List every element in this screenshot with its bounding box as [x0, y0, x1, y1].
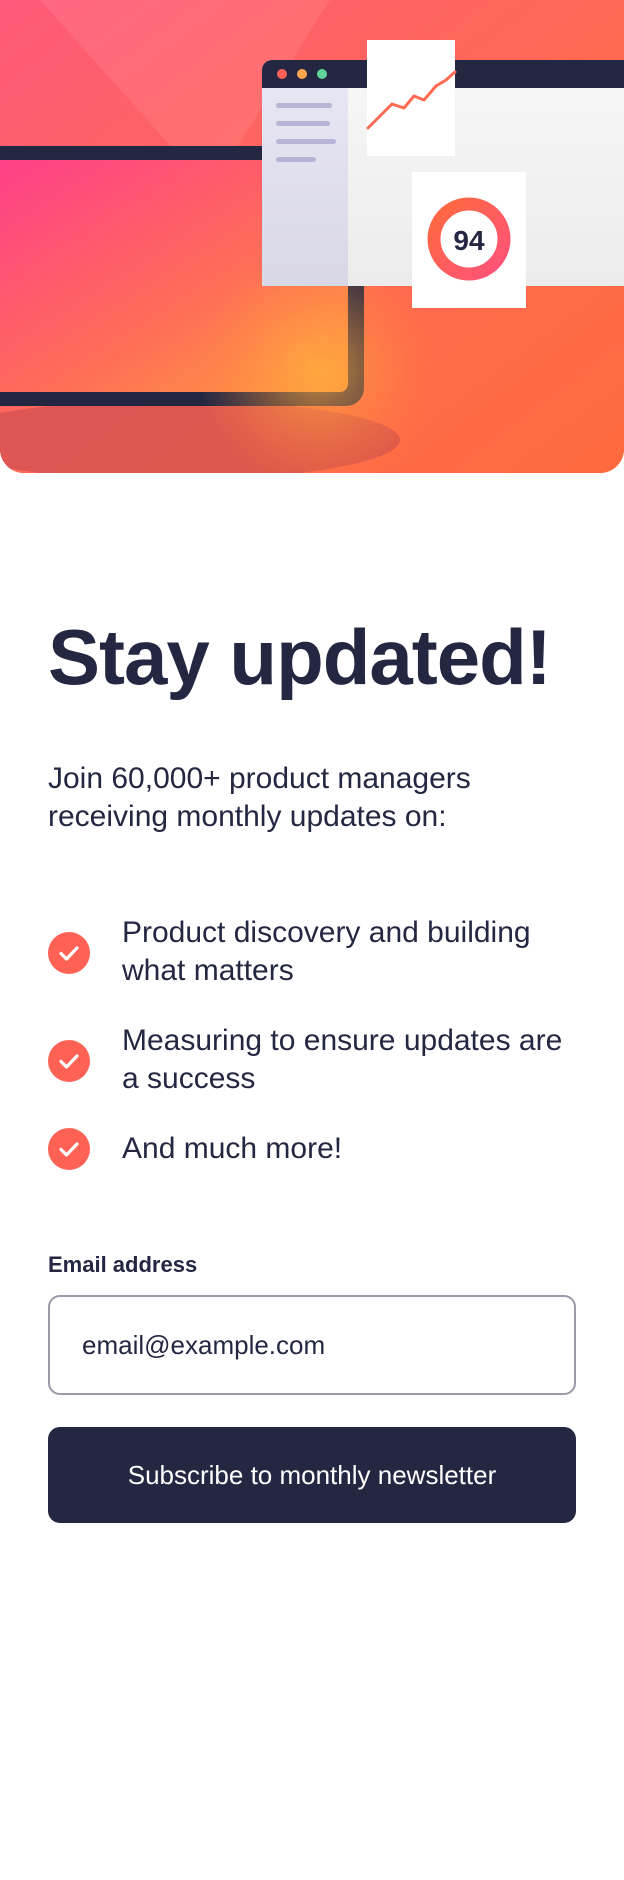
hero-illustration: 94 [0, 0, 624, 473]
check-circle-icon [48, 1040, 90, 1082]
score-value: 94 [453, 225, 485, 256]
intro-text: Join 60,000+ product managers receiving … [48, 762, 471, 833]
list-item: Measuring to ensure updates are a succes… [48, 1022, 576, 1098]
email-field[interactable] [48, 1295, 576, 1395]
list-item: And much more! [48, 1128, 576, 1170]
benefit-text: Product discovery and building what matt… [122, 916, 531, 987]
page-title: Stay updated! [48, 613, 552, 701]
signup-content: Stay updated! Join 60,000+ product manag… [48, 612, 576, 1523]
benefit-text: Measuring to ensure updates are a succes… [122, 1024, 563, 1095]
check-circle-icon [48, 932, 90, 974]
score-card: 94 [412, 172, 526, 308]
subscribe-button[interactable]: Subscribe to monthly newsletter [48, 1427, 576, 1523]
email-label: Email address [48, 1252, 198, 1277]
benefit-text: And much more! [122, 1132, 343, 1165]
dashboard-illustration: 94 [0, 0, 624, 473]
newsletter-signup-page: 94 Stay updated! Join 60,000+ product ma… [0, 0, 624, 1880]
benefits-list: Product discovery and building what matt… [48, 914, 576, 1170]
chart-card [366, 40, 457, 156]
list-item: Product discovery and building what matt… [48, 914, 576, 990]
check-circle-icon [48, 1128, 90, 1170]
